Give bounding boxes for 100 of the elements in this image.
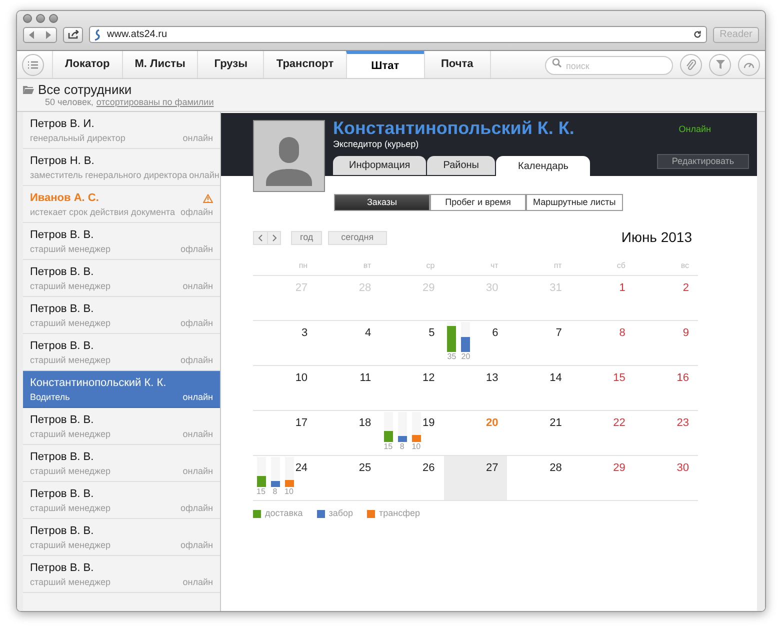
employee-status: офлайн	[180, 317, 213, 329]
paperclip-icon[interactable]	[680, 54, 702, 76]
day-number: 18	[358, 417, 372, 429]
employee-role: старший менеджер	[30, 502, 111, 514]
day-number: 29	[613, 462, 626, 474]
edit-button[interactable]: Редактировать	[657, 154, 749, 169]
weekday-label: вс	[680, 260, 689, 272]
employee-status: офлайн	[180, 354, 213, 366]
weekday-label: пт	[554, 260, 562, 272]
employee-role: истекает срок действия документа	[30, 206, 175, 218]
day-number: 30	[676, 462, 689, 474]
profile-tab[interactable]: Районы	[427, 156, 495, 175]
day-number: 23	[676, 417, 689, 429]
employee-role: старший менеджер	[30, 280, 111, 292]
employee-role: старший менеджер	[30, 465, 111, 477]
employee-name: Петров В. В.	[30, 524, 94, 538]
legend-label: трансфер	[379, 507, 420, 520]
share-icon	[68, 30, 78, 39]
day-number: 8	[619, 327, 626, 339]
reload-icon[interactable]	[693, 30, 702, 39]
employee-item[interactable]: Константинопольский К. К. Водитель онлайн	[23, 371, 220, 408]
bar-value: 10	[412, 442, 421, 452]
list-title: Все сотрудники	[38, 82, 132, 97]
day-number: 12	[422, 372, 435, 384]
day-number: 14	[550, 372, 562, 384]
weekday-label: сб	[616, 260, 626, 272]
search-field[interactable]: поиск	[545, 56, 673, 75]
profile-name: Константинопольский К. К.	[333, 117, 574, 139]
day-number: 3	[301, 327, 308, 339]
today-button[interactable]: сегодня	[328, 230, 387, 244]
day-number: 26	[422, 462, 435, 474]
back-icon[interactable]	[29, 30, 35, 38]
day-number: 17	[295, 417, 308, 429]
legend-label: забор	[328, 507, 354, 520]
weekday-label: ср	[426, 260, 435, 272]
employee-status: онлайн	[182, 465, 213, 477]
day-number: 4	[365, 327, 372, 339]
employee-name: Петров В. В.	[30, 228, 94, 242]
employee-status: офлайн	[180, 243, 213, 255]
day-number: 1	[619, 282, 626, 294]
day-number: 22	[613, 417, 626, 429]
bar-value: 10	[284, 487, 294, 497]
employee-role: старший менеджер	[30, 428, 111, 440]
url-text: www.ats24.ru	[107, 28, 168, 42]
employee-role: генеральный директор	[30, 132, 126, 144]
subtab[interactable]: Маршрутные листы	[526, 194, 623, 211]
year-button[interactable]: год	[291, 230, 322, 244]
nav-tab[interactable]: Почта	[424, 51, 490, 78]
nav-tab[interactable]: Грузы	[197, 51, 264, 78]
forward-icon[interactable]	[45, 30, 51, 38]
employee-status: офлайн	[180, 539, 213, 551]
employee-name: Петров В. В.	[30, 450, 94, 464]
share-button[interactable]	[63, 26, 83, 42]
nav-tab[interactable]: М. Листы	[122, 51, 198, 78]
menu-icon[interactable]	[22, 54, 44, 76]
profile-tab[interactable]: Календарь	[496, 156, 590, 176]
day-number: 19	[422, 417, 435, 429]
employee-status: офлайн	[180, 502, 213, 514]
online-status: Онлайн	[678, 123, 711, 136]
day-number: 7	[556, 327, 562, 339]
search-icon	[552, 58, 562, 68]
nav-tab[interactable]: Локатор	[52, 51, 122, 78]
day-cell[interactable]: 27	[444, 456, 508, 500]
legend-label: доставка	[265, 507, 303, 520]
bar-value: 20	[461, 352, 470, 362]
bar-value: 35	[447, 352, 456, 362]
employee-role: старший менеджер	[30, 243, 111, 255]
employee-count: 50 человек,	[45, 97, 94, 108]
day-number: 27	[486, 462, 498, 474]
employee-name: Петров В. В.	[30, 487, 94, 501]
employee-name: Петров Н. В.	[30, 154, 94, 168]
back-forward-buttons[interactable]	[23, 26, 57, 42]
prev-next-buttons[interactable]	[253, 230, 281, 244]
filter-icon[interactable]	[709, 54, 731, 76]
bar-value: 15	[256, 487, 266, 497]
bar-value: 8	[400, 442, 404, 452]
bar-value: 8	[272, 487, 278, 497]
employee-name: Иванов А. С.	[30, 191, 99, 205]
subtab[interactable]: Заказы	[334, 194, 430, 211]
day-number: 25	[358, 462, 372, 474]
employee-role: заместитель генерального директора	[30, 169, 188, 181]
nav-tab[interactable]: Штат	[346, 51, 424, 78]
profile-tab[interactable]: Информация	[333, 156, 426, 175]
month-title: Июнь 2013	[621, 228, 692, 247]
employee-status: онлайн	[182, 576, 213, 588]
gauge-icon[interactable]	[738, 54, 760, 76]
day-number: 13	[486, 372, 498, 384]
weekday-label: чт	[490, 260, 498, 272]
employee-name: Константинопольский К. К.	[30, 376, 166, 390]
subtab[interactable]: Пробег и время	[430, 194, 526, 211]
weekday-label: пн	[298, 260, 308, 272]
weekday-label: вт	[363, 260, 372, 272]
day-number: 6	[492, 327, 498, 339]
employee-name: Петров В. И.	[30, 117, 94, 131]
folder-icon	[23, 86, 34, 94]
employee-status: офлайн	[180, 206, 213, 218]
address-bar[interactable]: www.ats24.ru	[89, 26, 707, 43]
employee-name: Петров В. В.	[30, 413, 94, 427]
profile-position: Экспедитор (курьер)	[333, 139, 420, 150]
bar-value: 15	[384, 442, 393, 452]
